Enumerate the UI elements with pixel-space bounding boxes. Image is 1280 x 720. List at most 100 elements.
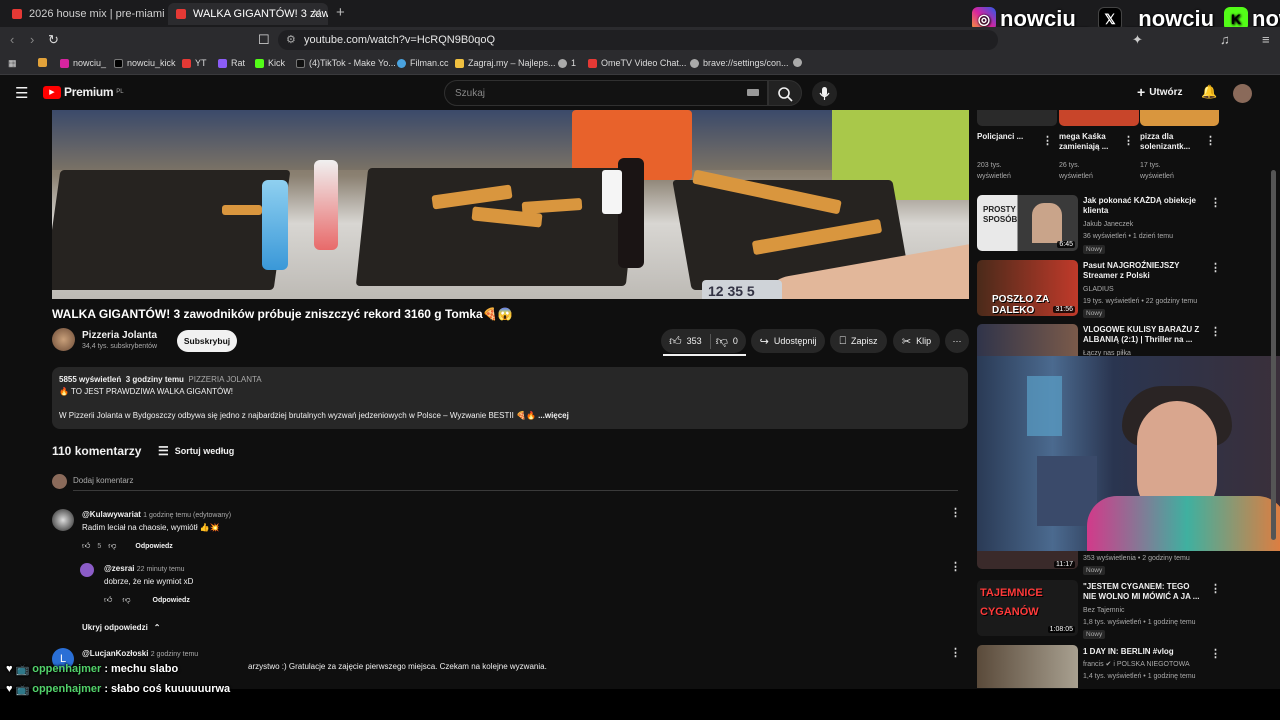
- bookmark-item[interactable]: Zagraj.my – Najleps...: [455, 58, 556, 68]
- thumbs-down-icon[interactable]: 👎︎: [122, 595, 130, 605]
- clip-button[interactable]: ✂ Klip: [893, 329, 940, 353]
- extensions-icon[interactable]: ✦: [1132, 32, 1143, 48]
- comment-menu-icon[interactable]: ⋮: [950, 506, 961, 519]
- keyboard-icon[interactable]: [747, 89, 759, 96]
- thumbs-up-icon[interactable]: 👍︎: [82, 541, 90, 551]
- thumbs-down-icon[interactable]: 👎︎: [108, 541, 116, 551]
- bookmark-item[interactable]: nowciu_: [60, 58, 106, 68]
- description-tag[interactable]: PIZZERIA JOLANTA: [188, 375, 261, 384]
- comment-menu-icon[interactable]: ⋮: [950, 646, 961, 659]
- bookmark-item[interactable]: brave://settings/con...: [690, 58, 789, 68]
- comment-author[interactable]: @zesrai: [104, 564, 134, 573]
- comment-time[interactable]: 1 godzinę temu (edytowany): [143, 512, 231, 519]
- related-thumbnail[interactable]: [1059, 110, 1139, 126]
- related-thumbnail[interactable]: POSZŁO ZA DALEKO 31:56: [977, 260, 1078, 316]
- close-tab-icon[interactable]: ✕: [312, 6, 322, 20]
- url-field[interactable]: ⚙ youtube.com/watch?v=HcRQN9B0qoQ: [278, 30, 998, 50]
- save-bookmark-icon: ⎕: [839, 334, 847, 347]
- related-thumbnail[interactable]: [977, 110, 1057, 126]
- show-more-link[interactable]: ...więcej: [538, 411, 569, 420]
- video-menu-icon[interactable]: ⋮: [1205, 134, 1216, 147]
- media-icon[interactable]: ♫: [1220, 32, 1230, 47]
- search-button[interactable]: [768, 80, 802, 106]
- comment-time[interactable]: 22 minuty temu: [137, 566, 185, 573]
- bookmark-item[interactable]: YT: [182, 58, 207, 68]
- bookmark-item[interactable]: (4)TikTok - Make Yo...: [296, 58, 396, 68]
- related-channel[interactable]: Bez Tajemnic: [1083, 605, 1125, 616]
- bookmark-item[interactable]: [793, 58, 802, 67]
- related-channel[interactable]: GLADIUS: [1083, 284, 1114, 295]
- dislike-button[interactable]: 👎︎ 0: [716, 334, 738, 349]
- video-menu-icon[interactable]: ⋮: [1210, 325, 1221, 338]
- related-thumbnail[interactable]: TAJEMNICE CYGANÓW 1:08:05: [977, 580, 1078, 636]
- voice-search-button[interactable]: [812, 81, 837, 106]
- youtube-logo[interactable]: ▶ Premium PL: [43, 85, 124, 99]
- related-thumbnail[interactable]: PROSTY SPOSÓB 6:45: [977, 195, 1078, 251]
- reload-icon[interactable]: ↻: [48, 32, 59, 48]
- commenter-avatar[interactable]: [80, 563, 94, 577]
- create-button[interactable]: + Utwórz: [1137, 84, 1183, 100]
- video-menu-icon[interactable]: ⋮: [1210, 582, 1221, 595]
- related-channel[interactable]: Jakub Janeczek: [1083, 219, 1133, 230]
- related-title[interactable]: Pasut NAJGROŹNIEJSZY Streamer z Polski: [1083, 261, 1201, 281]
- related-thumbnail[interactable]: [977, 645, 1078, 688]
- comment-actions: 👍︎ 👎︎ Odpowiedz: [104, 595, 190, 605]
- bookmark-item[interactable]: OmeTV Video Chat...: [588, 58, 686, 68]
- hide-replies-button[interactable]: Ukryj odpowiedzi ⌃: [82, 623, 161, 632]
- share-button[interactable]: ↪ Udostępnij: [751, 329, 825, 353]
- more-actions-button[interactable]: ⋯: [945, 329, 969, 353]
- related-thumbnail[interactable]: 11:17: [977, 551, 1078, 569]
- related-title[interactable]: "JESTEM CYGANEM: TEGO NIE WOLNO MI MÓWIĆ…: [1083, 582, 1201, 602]
- bookmark-item[interactable]: Filman.cc: [397, 58, 449, 68]
- back-icon[interactable]: ‹: [10, 32, 14, 47]
- save-button[interactable]: ⎕ Zapisz: [830, 329, 887, 353]
- bookmark-item[interactable]: nowciu_kick: [114, 58, 176, 68]
- bookmark-folder[interactable]: [38, 58, 47, 67]
- video-menu-icon[interactable]: ⋮: [1210, 261, 1221, 274]
- bookmark-item[interactable]: 1: [558, 58, 576, 68]
- related-title[interactable]: 1 DAY IN: BERLIN #vlog: [1083, 647, 1201, 657]
- sort-button[interactable]: ☰ Sortuj według: [158, 444, 234, 458]
- comment-author[interactable]: @LucjanKozłoski: [82, 649, 148, 658]
- video-menu-icon[interactable]: ⋮: [1042, 134, 1053, 147]
- forward-icon[interactable]: ›: [30, 32, 34, 47]
- bookmark-icon[interactable]: ☐: [258, 32, 270, 48]
- tab-house-mix[interactable]: 2026 house mix | pre-miami energy: [4, 3, 166, 25]
- subscribe-button[interactable]: Subskrybuj: [177, 330, 237, 352]
- comment-author[interactable]: @Kulawywariat: [82, 510, 141, 519]
- video-menu-icon[interactable]: ⋮: [1210, 647, 1221, 660]
- video-menu-icon[interactable]: ⋮: [1123, 134, 1134, 147]
- notifications-bell-icon[interactable]: 🔔: [1201, 84, 1217, 100]
- add-comment-input[interactable]: Dodaj komentarz: [73, 476, 133, 485]
- avatar[interactable]: [1233, 84, 1252, 103]
- related-title[interactable]: Jak pokonać KAŻDĄ obiekcje klienta: [1083, 196, 1201, 216]
- related-title[interactable]: VLOGOWE KULISY BARAŻU Z ALBANIĄ (2:1) | …: [1083, 325, 1201, 345]
- apps-icon[interactable]: ▦: [8, 58, 17, 69]
- description-box[interactable]: 5855 wyświetleń 3 godziny temu PIZZERIA …: [52, 367, 968, 429]
- page-scrollbar[interactable]: [1271, 170, 1276, 540]
- reply-button[interactable]: Odpowiedz: [153, 597, 190, 604]
- like-button[interactable]: 👍︎ 353: [669, 333, 711, 349]
- search-input[interactable]: Szukaj: [444, 80, 768, 106]
- related-title[interactable]: mega Kaśka zamieniają ...: [1059, 132, 1123, 152]
- video-player[interactable]: 12 35 5: [52, 110, 969, 299]
- related-title[interactable]: pizza dla solenizantk...: [1140, 132, 1202, 152]
- video-menu-icon[interactable]: ⋮: [1210, 196, 1221, 209]
- new-tab-icon[interactable]: +: [336, 4, 345, 21]
- site-settings-icon[interactable]: ⚙: [286, 33, 296, 46]
- channel-avatar[interactable]: [52, 328, 75, 351]
- commenter-avatar[interactable]: [52, 509, 74, 531]
- channel-name[interactable]: Pizzeria Jolanta: [82, 330, 157, 341]
- reply-button[interactable]: Odpowiedz: [135, 543, 172, 550]
- menu-icon[interactable]: ≡: [1262, 32, 1270, 47]
- thumbs-up-icon[interactable]: 👍︎: [104, 595, 112, 605]
- bookmark-item[interactable]: Kick: [255, 58, 285, 68]
- comment-time[interactable]: 2 godziny temu: [151, 651, 198, 658]
- related-thumbnail[interactable]: [1140, 110, 1219, 126]
- related-channel[interactable]: francis ✔ i POLSKA NIEGOTOWA: [1083, 659, 1190, 670]
- tab-walka-gigantow[interactable]: WALKA GIGANTÓW! 3 zawod ✕: [168, 3, 328, 25]
- hamburger-menu-icon[interactable]: ☰: [15, 84, 28, 102]
- related-title[interactable]: Policjanci ...: [977, 132, 1037, 142]
- comment-menu-icon[interactable]: ⋮: [950, 560, 961, 573]
- bookmark-item[interactable]: Rat: [218, 58, 245, 68]
